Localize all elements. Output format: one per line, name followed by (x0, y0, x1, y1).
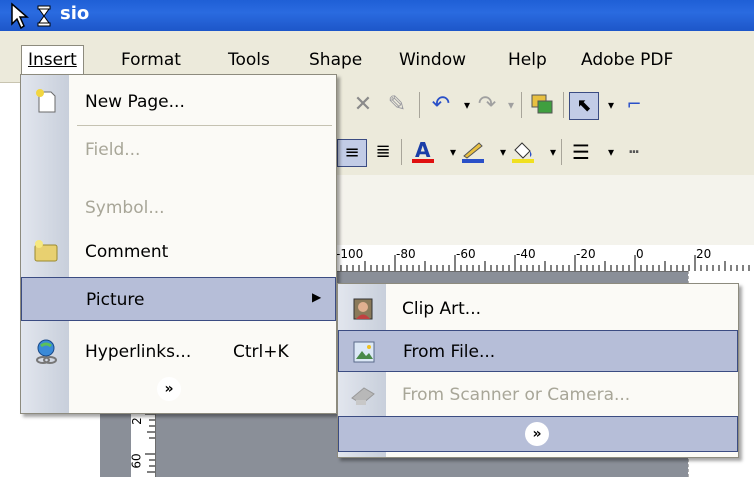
menu-item-hyperlinks[interactable]: Hyperlinks... Ctrl+K (21, 330, 336, 374)
delete-icon[interactable]: ✕ (349, 92, 377, 118)
menu-expand-icon[interactable]: » (157, 377, 181, 401)
connector-tool-icon[interactable]: ⌐ (620, 92, 648, 118)
ruler-label: 2 (129, 417, 144, 425)
menu-item-label: Clip Art... (402, 299, 482, 319)
menu-tools[interactable]: Tools (222, 46, 276, 74)
menu-item-label: From Scanner or Camera... (402, 385, 631, 405)
menu-format[interactable]: Format (115, 46, 187, 74)
menu-insert[interactable]: Insert (21, 45, 84, 76)
toolbar-separator (521, 92, 522, 118)
menu-window[interactable]: Window (393, 46, 472, 74)
ruler-label: 0 (636, 247, 644, 261)
title-bar: sio (0, 0, 754, 31)
formatting-toolbar: ≡ ≣ A ▾ ▾ ▾ ☰ ▾ ┅ (335, 129, 754, 176)
toolbar-separator (563, 92, 564, 118)
ruler-label: -20 (576, 247, 596, 261)
busy-cursor-icon (11, 2, 51, 30)
comment-icon (34, 240, 58, 262)
clip-art-icon (353, 298, 373, 320)
menu-item-symbol[interactable]: Symbol... (21, 186, 336, 230)
picture-file-icon (353, 341, 375, 363)
align-center-icon[interactable]: ≡ (337, 139, 367, 167)
group-objects-icon[interactable] (528, 92, 556, 118)
menu-item-label: Field... (85, 140, 141, 160)
menu-item-clip-art[interactable]: Clip Art... (338, 288, 738, 330)
standard-toolbar: ✕ ✎ ↶ ▾ ↷ ▾ ⬉ ▾ ⌐ (335, 82, 754, 129)
font-color-icon[interactable]: A (409, 138, 437, 165)
insert-menu-dropdown: New Page... Field... Symbol... Comment P… (20, 74, 337, 414)
ruler-label: -40 (516, 247, 536, 261)
menu-item-label: From File... (403, 342, 496, 362)
pointer-tool-icon[interactable]: ⬉ (569, 92, 599, 120)
menu-item-expand[interactable]: » (338, 416, 738, 452)
vertical-ruler: 2 60 (129, 410, 156, 477)
ruler-label: 60 (129, 453, 144, 469)
menu-item-comment[interactable]: Comment (21, 230, 336, 274)
ruler-label: -80 (396, 247, 416, 261)
window-title: sio (60, 3, 90, 24)
menu-item-label: Comment (85, 242, 169, 262)
menu-separator (77, 125, 332, 126)
menu-adobe-pdf[interactable]: Adobe PDF (575, 46, 679, 74)
picture-submenu: Clip Art... From File... From Scanner or… (337, 283, 739, 458)
menu-item-new-page[interactable]: New Page... (21, 80, 336, 124)
menu-item-picture[interactable]: Picture ▶ (21, 277, 336, 321)
menu-item-label: Picture (86, 290, 145, 310)
ruler-label: 20 (696, 247, 712, 261)
line-color-icon[interactable] (459, 139, 487, 165)
menu-item-from-file[interactable]: From File... (338, 330, 738, 372)
line-pattern-icon[interactable]: ┅ (620, 139, 648, 165)
menu-expand-icon: » (525, 422, 549, 446)
menu-item-field[interactable]: Field... (21, 128, 336, 172)
ruler-label: -60 (456, 247, 476, 261)
menu-item-label: Symbol... (85, 198, 165, 218)
svg-text:A: A (415, 139, 431, 162)
new-page-icon (36, 89, 56, 113)
menu-item-from-scanner[interactable]: From Scanner or Camera... (338, 374, 738, 416)
line-weight-icon[interactable]: ☰ (567, 139, 595, 165)
menu-item-shortcut: Ctrl+K (233, 342, 289, 362)
menu-item-label: New Page... (85, 92, 185, 112)
scanner-icon (351, 387, 375, 405)
toolbar-separator (401, 139, 402, 165)
toolbar-area (335, 175, 754, 245)
toolbar-separator (561, 139, 562, 165)
menu-shape[interactable]: Shape (303, 46, 368, 74)
fill-color-dropdown-icon[interactable]: ▾ (539, 139, 567, 165)
menu-item-label: Hyperlinks... (85, 342, 192, 362)
menu-help[interactable]: Help (502, 46, 553, 74)
toolbar-separator (419, 92, 420, 118)
horizontal-ruler: -100 -80 -60 -40 -20 0 20 (335, 245, 754, 272)
hyperlink-icon (36, 339, 57, 364)
align-right-icon[interactable]: ≣ (369, 139, 397, 165)
menu-insert-label: Insert (28, 50, 77, 70)
submenu-arrow-icon: ▶ (312, 290, 322, 304)
undo-icon[interactable]: ↶ (427, 92, 455, 118)
fill-color-icon[interactable] (509, 139, 537, 165)
format-painter-icon[interactable]: ✎ (383, 92, 411, 118)
ruler-label: -100 (336, 247, 364, 261)
